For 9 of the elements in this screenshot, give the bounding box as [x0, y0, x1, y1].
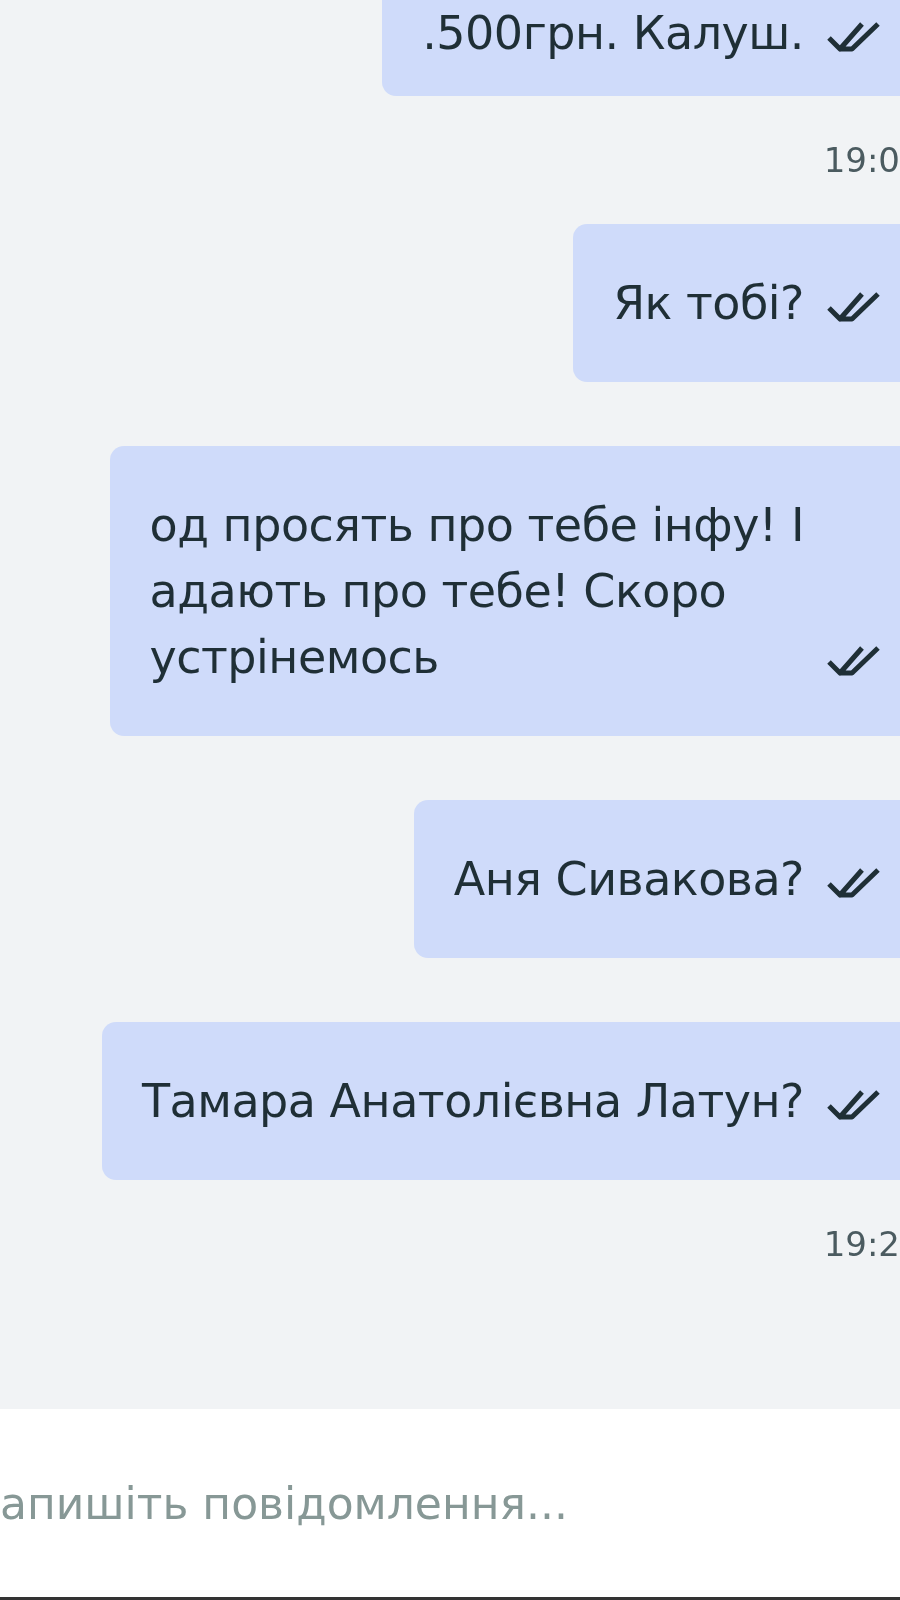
message-text: .500грн. Калуш.: [422, 5, 804, 62]
message-input[interactable]: апишіть повідомлення...: [0, 1477, 900, 1529]
message-text: Як тобі?: [613, 275, 804, 332]
message-time: 19:2: [823, 1224, 900, 1264]
message-text: Аня Сивакова?: [453, 851, 804, 908]
message-text: Тамара Анатолієвна Латун?: [141, 1073, 804, 1130]
message-text: од просять про тебе інфу! І адають про тебе! Скоро устрінемось: [149, 497, 804, 686]
message-time: 19:0: [823, 140, 900, 180]
message-composer[interactable]: апишіть повідомлення...: [0, 1409, 900, 1600]
